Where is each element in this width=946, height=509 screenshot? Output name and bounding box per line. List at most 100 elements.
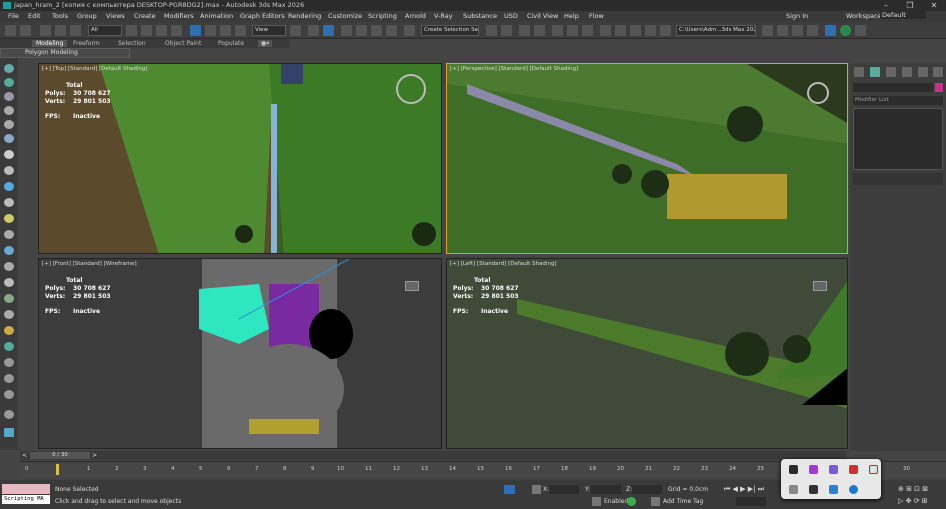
- adaptive-degradation-icon[interactable]: [592, 497, 601, 506]
- select-by-name-icon[interactable]: [141, 25, 152, 36]
- toggle-scene-explorer-icon[interactable]: [519, 25, 530, 36]
- viewport-front-label[interactable]: [+] [Front] [Standard] [Wireframe]: [42, 261, 137, 267]
- undo-icon[interactable]: [5, 25, 16, 36]
- frame-counter[interactable]: 0 / 30: [30, 452, 90, 459]
- redo-icon[interactable]: [20, 25, 31, 36]
- utilities-icon[interactable]: [4, 134, 14, 143]
- modify-tab-icon[interactable]: [870, 67, 880, 77]
- prev-frame-arrow[interactable]: <: [22, 452, 27, 459]
- graphite-toggle-icon[interactable]: [552, 25, 563, 36]
- shape-icon[interactable]: [4, 278, 14, 287]
- schematic-view-icon[interactable]: [582, 25, 593, 36]
- menu-rendering[interactable]: Rendering: [288, 12, 321, 20]
- display-tab-icon[interactable]: [918, 67, 928, 77]
- more-tools-icon[interactable]: [855, 25, 866, 36]
- tab-populate[interactable]: Populate: [218, 40, 244, 47]
- object-name-field[interactable]: [853, 83, 933, 92]
- mirror-icon[interactable]: [486, 25, 497, 36]
- workspace-select[interactable]: Default: [880, 11, 926, 19]
- cloud-tray-icon[interactable]: [789, 485, 798, 494]
- motion-tab-icon[interactable]: [902, 67, 912, 77]
- open-project-icon[interactable]: [777, 25, 788, 36]
- hide-icon[interactable]: [4, 390, 14, 399]
- render-cloud-icon[interactable]: [660, 25, 671, 36]
- pivot-center-icon[interactable]: [290, 25, 301, 36]
- motion-icon[interactable]: [4, 106, 14, 115]
- freeze-icon[interactable]: [4, 374, 14, 383]
- tab-freeform[interactable]: Freeform: [73, 40, 100, 47]
- next-frame-arrow[interactable]: >: [92, 452, 97, 459]
- keyboard-shortcut-icon[interactable]: [323, 25, 334, 36]
- app-tray-icon[interactable]: [809, 465, 818, 474]
- display-icon[interactable]: [4, 120, 14, 129]
- hierarchy-icon[interactable]: [4, 92, 14, 101]
- tree-icon[interactable]: [4, 294, 14, 303]
- viewport-perspective[interactable]: [+] [Perspective] [Standard] [Default Sh…: [446, 63, 848, 254]
- isolate-selection-icon[interactable]: [504, 485, 515, 494]
- select-object-icon[interactable]: [126, 25, 137, 36]
- menu-customize[interactable]: Customize: [328, 12, 362, 20]
- object-color-swatch[interactable]: [935, 83, 943, 92]
- layer-icon[interactable]: [4, 358, 14, 367]
- align-icon[interactable]: [501, 25, 512, 36]
- viewcube-left-icon[interactable]: [813, 281, 827, 291]
- modifier-list-select[interactable]: Modifier List: [853, 96, 943, 105]
- helper-icon[interactable]: [4, 230, 14, 239]
- ref-coord-select[interactable]: View: [252, 25, 286, 36]
- menu-animation[interactable]: Animation: [200, 12, 233, 20]
- viewport-left-label[interactable]: [+] [Left] [Standard] [Default Shading]: [450, 261, 557, 267]
- menu-usd[interactable]: USD: [504, 12, 518, 20]
- enabled-toggle[interactable]: [627, 497, 636, 506]
- maxscript-input[interactable]: Scripting MA: [2, 495, 50, 504]
- send-tray-icon[interactable]: [809, 485, 818, 494]
- minimize-button[interactable]: –: [874, 0, 898, 11]
- menu-group[interactable]: Group: [77, 12, 97, 20]
- menu-scripting[interactable]: Scripting: [368, 12, 397, 20]
- teapot-icon[interactable]: [4, 182, 14, 191]
- viewcube-icon[interactable]: [807, 82, 829, 104]
- bluetooth-icon[interactable]: [849, 485, 858, 494]
- cylinder-icon[interactable]: [4, 166, 14, 175]
- menu-tools[interactable]: Tools: [52, 12, 68, 20]
- utilities-tab-icon[interactable]: [933, 67, 943, 77]
- named-selection-select[interactable]: Create Selection Se: [421, 25, 479, 36]
- nvidia-icon[interactable]: [789, 465, 798, 474]
- yandex-tray-icon[interactable]: [869, 465, 878, 474]
- menu-modifiers[interactable]: Modifiers: [164, 12, 194, 20]
- viewport-orbit-controls[interactable]: ▷ ✥ ⟳ ⊞: [898, 497, 928, 505]
- menu-help[interactable]: Help: [564, 12, 579, 20]
- select-move-icon[interactable]: [190, 25, 201, 36]
- menu-views[interactable]: Views: [106, 12, 125, 20]
- record-tray-icon[interactable]: [849, 465, 858, 474]
- unlink-icon[interactable]: [55, 25, 66, 36]
- pen-tray-icon[interactable]: [829, 465, 838, 474]
- close-button[interactable]: ✕: [922, 0, 946, 11]
- select-rotate-icon[interactable]: [205, 25, 216, 36]
- select-scale-icon[interactable]: [220, 25, 231, 36]
- light-icon[interactable]: [4, 214, 14, 223]
- playback-controls[interactable]: ⏮ ◀ ▶ ▶| ⏭: [724, 485, 764, 494]
- hierarchy-tab-icon[interactable]: [886, 67, 896, 77]
- time-slider[interactable]: < 0 / 30 >: [20, 451, 846, 460]
- polygon-modeling-panel[interactable]: Polygon Modeling: [0, 48, 130, 58]
- tab-selection[interactable]: Selection: [118, 40, 146, 47]
- ribbon-options-icon[interactable]: ●▾: [258, 40, 273, 47]
- create-project-icon[interactable]: [807, 25, 818, 36]
- sync-status-icon[interactable]: [840, 25, 851, 36]
- menu-create[interactable]: Create: [134, 12, 156, 20]
- viewport-front[interactable]: [+] [Front] [Standard] [Wireframe] Total…: [38, 258, 442, 449]
- selection-filter-select[interactable]: All: [88, 25, 122, 36]
- isolate-icon[interactable]: [4, 410, 14, 419]
- menu-vray[interactable]: V-Ray: [434, 12, 453, 20]
- percent-snap-icon[interactable]: [371, 25, 382, 36]
- toggle-layer-explorer-icon[interactable]: [534, 25, 545, 36]
- save-project-icon[interactable]: [792, 25, 803, 36]
- sign-in-link[interactable]: Sign In: [786, 12, 808, 20]
- viewport-left[interactable]: [+] [Left] [Standard] [Default Shading] …: [446, 258, 848, 449]
- time-tag-icon[interactable]: [651, 497, 660, 506]
- placement-icon[interactable]: [235, 25, 246, 36]
- edit-named-selection-icon[interactable]: [404, 25, 415, 36]
- viewport-perspective-label[interactable]: [+] [Perspective] [Standard] [Default Sh…: [450, 66, 578, 72]
- y-coord-field[interactable]: [591, 485, 621, 494]
- window-crossing-icon[interactable]: [171, 25, 182, 36]
